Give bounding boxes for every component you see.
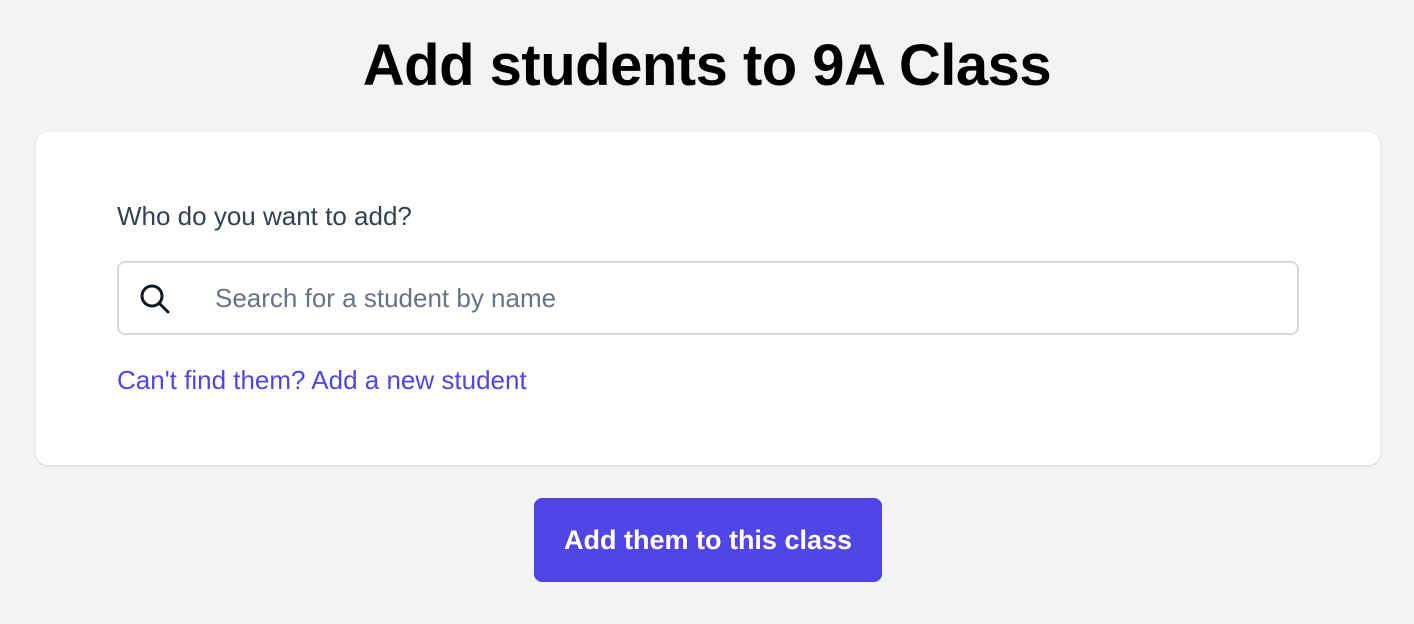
search-field-label: Who do you want to add? [117, 201, 412, 231]
add-students-card: Who do you want to add? Can't find them?… [36, 132, 1380, 465]
student-search-box[interactable] [117, 261, 1299, 335]
page-title: Add students to 9A Class [362, 33, 1052, 98]
student-search-input[interactable] [215, 263, 1285, 333]
add-new-student-link[interactable]: Can't find them? Add a new student [117, 364, 527, 396]
search-icon [137, 281, 173, 317]
add-to-class-button[interactable]: Add them to this class [534, 498, 882, 582]
